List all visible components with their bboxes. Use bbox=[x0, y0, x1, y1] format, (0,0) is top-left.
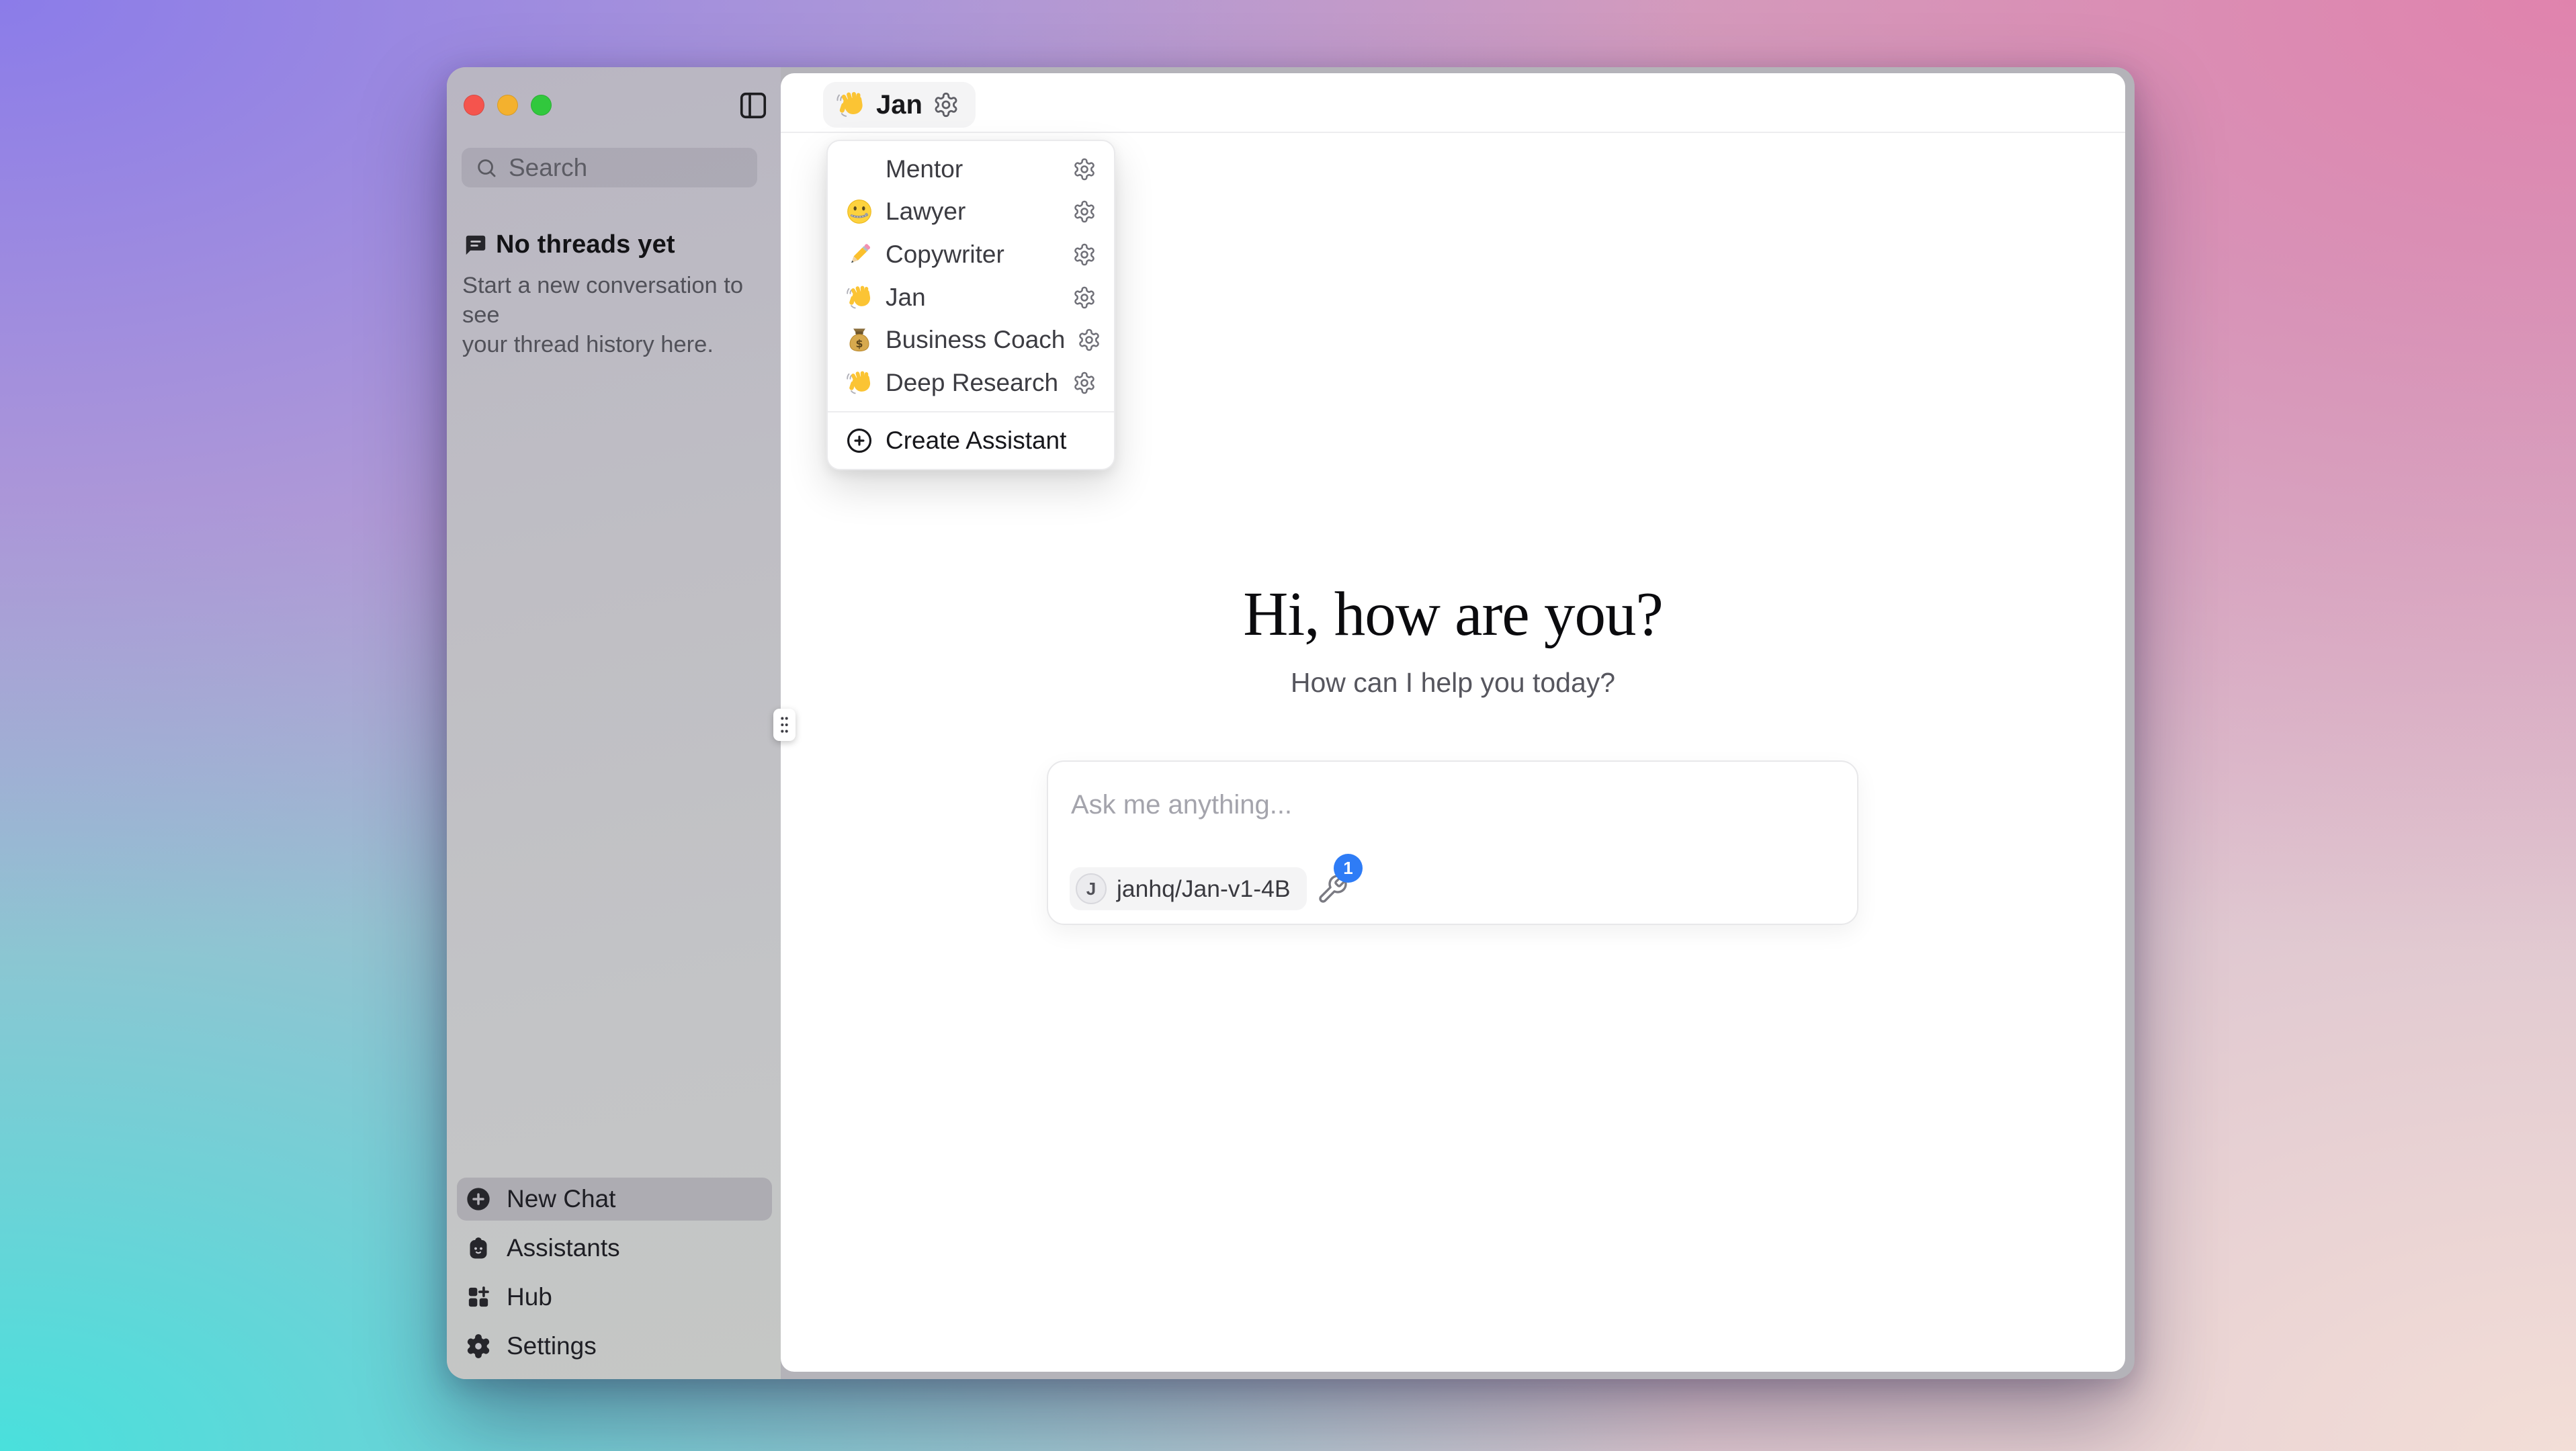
nav-label: New Chat bbox=[507, 1185, 615, 1213]
waving-hand-emoji-icon bbox=[835, 89, 866, 120]
nav-label: Hub bbox=[507, 1283, 552, 1311]
waving-hand-emoji-icon bbox=[845, 369, 873, 397]
menu-item-copywriter[interactable]: Copywriter bbox=[828, 233, 1114, 276]
assistant-bot-icon bbox=[465, 1235, 492, 1262]
menu-item-label: Lawyer bbox=[886, 197, 965, 226]
menu-item-label: Business Coach bbox=[886, 326, 1065, 354]
grip-dots-icon bbox=[779, 715, 790, 735]
sidebar-nav: New Chat Assistants Hub Settings bbox=[447, 67, 781, 1379]
menu-item-create-assistant[interactable]: Create Assistant bbox=[828, 412, 1114, 469]
menu-item-business-coach[interactable]: Business Coach bbox=[828, 318, 1114, 361]
desktop-background: No threads yet Start a new conversation … bbox=[0, 0, 2576, 1451]
assistant-settings-icon[interactable] bbox=[1077, 328, 1101, 352]
plus-circle-outline-icon bbox=[845, 427, 873, 455]
nav-label: Assistants bbox=[507, 1234, 620, 1262]
model-name: janhq/Jan-v1-4B bbox=[1117, 875, 1291, 903]
assistant-settings-icon[interactable] bbox=[1072, 200, 1097, 224]
menu-item-deep-research[interactable]: Deep Research bbox=[828, 361, 1114, 404]
assistant-selector-button[interactable]: Jan bbox=[823, 82, 976, 128]
pencil-emoji-icon bbox=[845, 240, 873, 269]
current-assistant-name: Jan bbox=[876, 90, 922, 120]
sidebar-resize-handle[interactable] bbox=[773, 709, 796, 741]
menu-item-lawyer[interactable]: Lawyer bbox=[828, 191, 1114, 234]
app-window: No threads yet Start a new conversation … bbox=[447, 67, 2135, 1379]
assistant-settings-icon[interactable] bbox=[1072, 371, 1097, 395]
assistant-settings-icon[interactable] bbox=[1072, 243, 1097, 267]
plus-circle-icon bbox=[465, 1186, 492, 1213]
hub-grid-plus-icon bbox=[465, 1284, 492, 1311]
menu-item-label: Mentor bbox=[886, 155, 963, 183]
sidebar: No threads yet Start a new conversation … bbox=[447, 67, 781, 1379]
orange-circle-emoji-icon bbox=[845, 155, 873, 183]
nav-label: Settings bbox=[507, 1332, 597, 1360]
sidebar-item-assistants[interactable]: Assistants bbox=[457, 1227, 772, 1270]
tools-count-badge: 1 bbox=[1334, 854, 1363, 883]
main-header: Jan bbox=[781, 73, 2125, 133]
menu-item-label: Copywriter bbox=[886, 240, 1004, 269]
greeting-title: Hi, how are you? bbox=[781, 578, 2125, 650]
model-selector-button[interactable]: J janhq/Jan-v1-4B bbox=[1070, 867, 1307, 910]
menu-item-label: Deep Research bbox=[886, 369, 1058, 397]
menu-item-label: Jan bbox=[886, 283, 926, 312]
sidebar-item-hub[interactable]: Hub bbox=[457, 1276, 772, 1319]
create-assistant-label: Create Assistant bbox=[886, 427, 1066, 455]
chat-input[interactable] bbox=[1071, 790, 1810, 820]
waving-hand-emoji-icon bbox=[845, 283, 873, 312]
menu-item-mentor[interactable]: Mentor bbox=[828, 148, 1114, 191]
assistant-gear-icon[interactable] bbox=[933, 91, 959, 118]
assistant-dropdown-menu: Mentor Lawyer Copywriter Jan bbox=[826, 140, 1115, 470]
zipper-mouth-face-emoji-icon bbox=[845, 197, 873, 226]
model-avatar: J bbox=[1076, 873, 1107, 904]
main-panel: Jan Mentor Lawyer Copywriter bbox=[781, 73, 2125, 1372]
composer-card: J janhq/Jan-v1-4B 1 bbox=[1047, 760, 1858, 925]
menu-item-jan[interactable]: Jan bbox=[828, 276, 1114, 319]
sidebar-item-settings[interactable]: Settings bbox=[457, 1325, 772, 1368]
sidebar-item-new-chat[interactable]: New Chat bbox=[457, 1178, 772, 1221]
assistant-settings-icon[interactable] bbox=[1072, 157, 1097, 181]
gear-filled-icon bbox=[465, 1333, 492, 1360]
money-bag-emoji-icon bbox=[845, 326, 873, 354]
assistant-settings-icon[interactable] bbox=[1072, 285, 1097, 310]
greeting-subtitle: How can I help you today? bbox=[781, 667, 2125, 699]
